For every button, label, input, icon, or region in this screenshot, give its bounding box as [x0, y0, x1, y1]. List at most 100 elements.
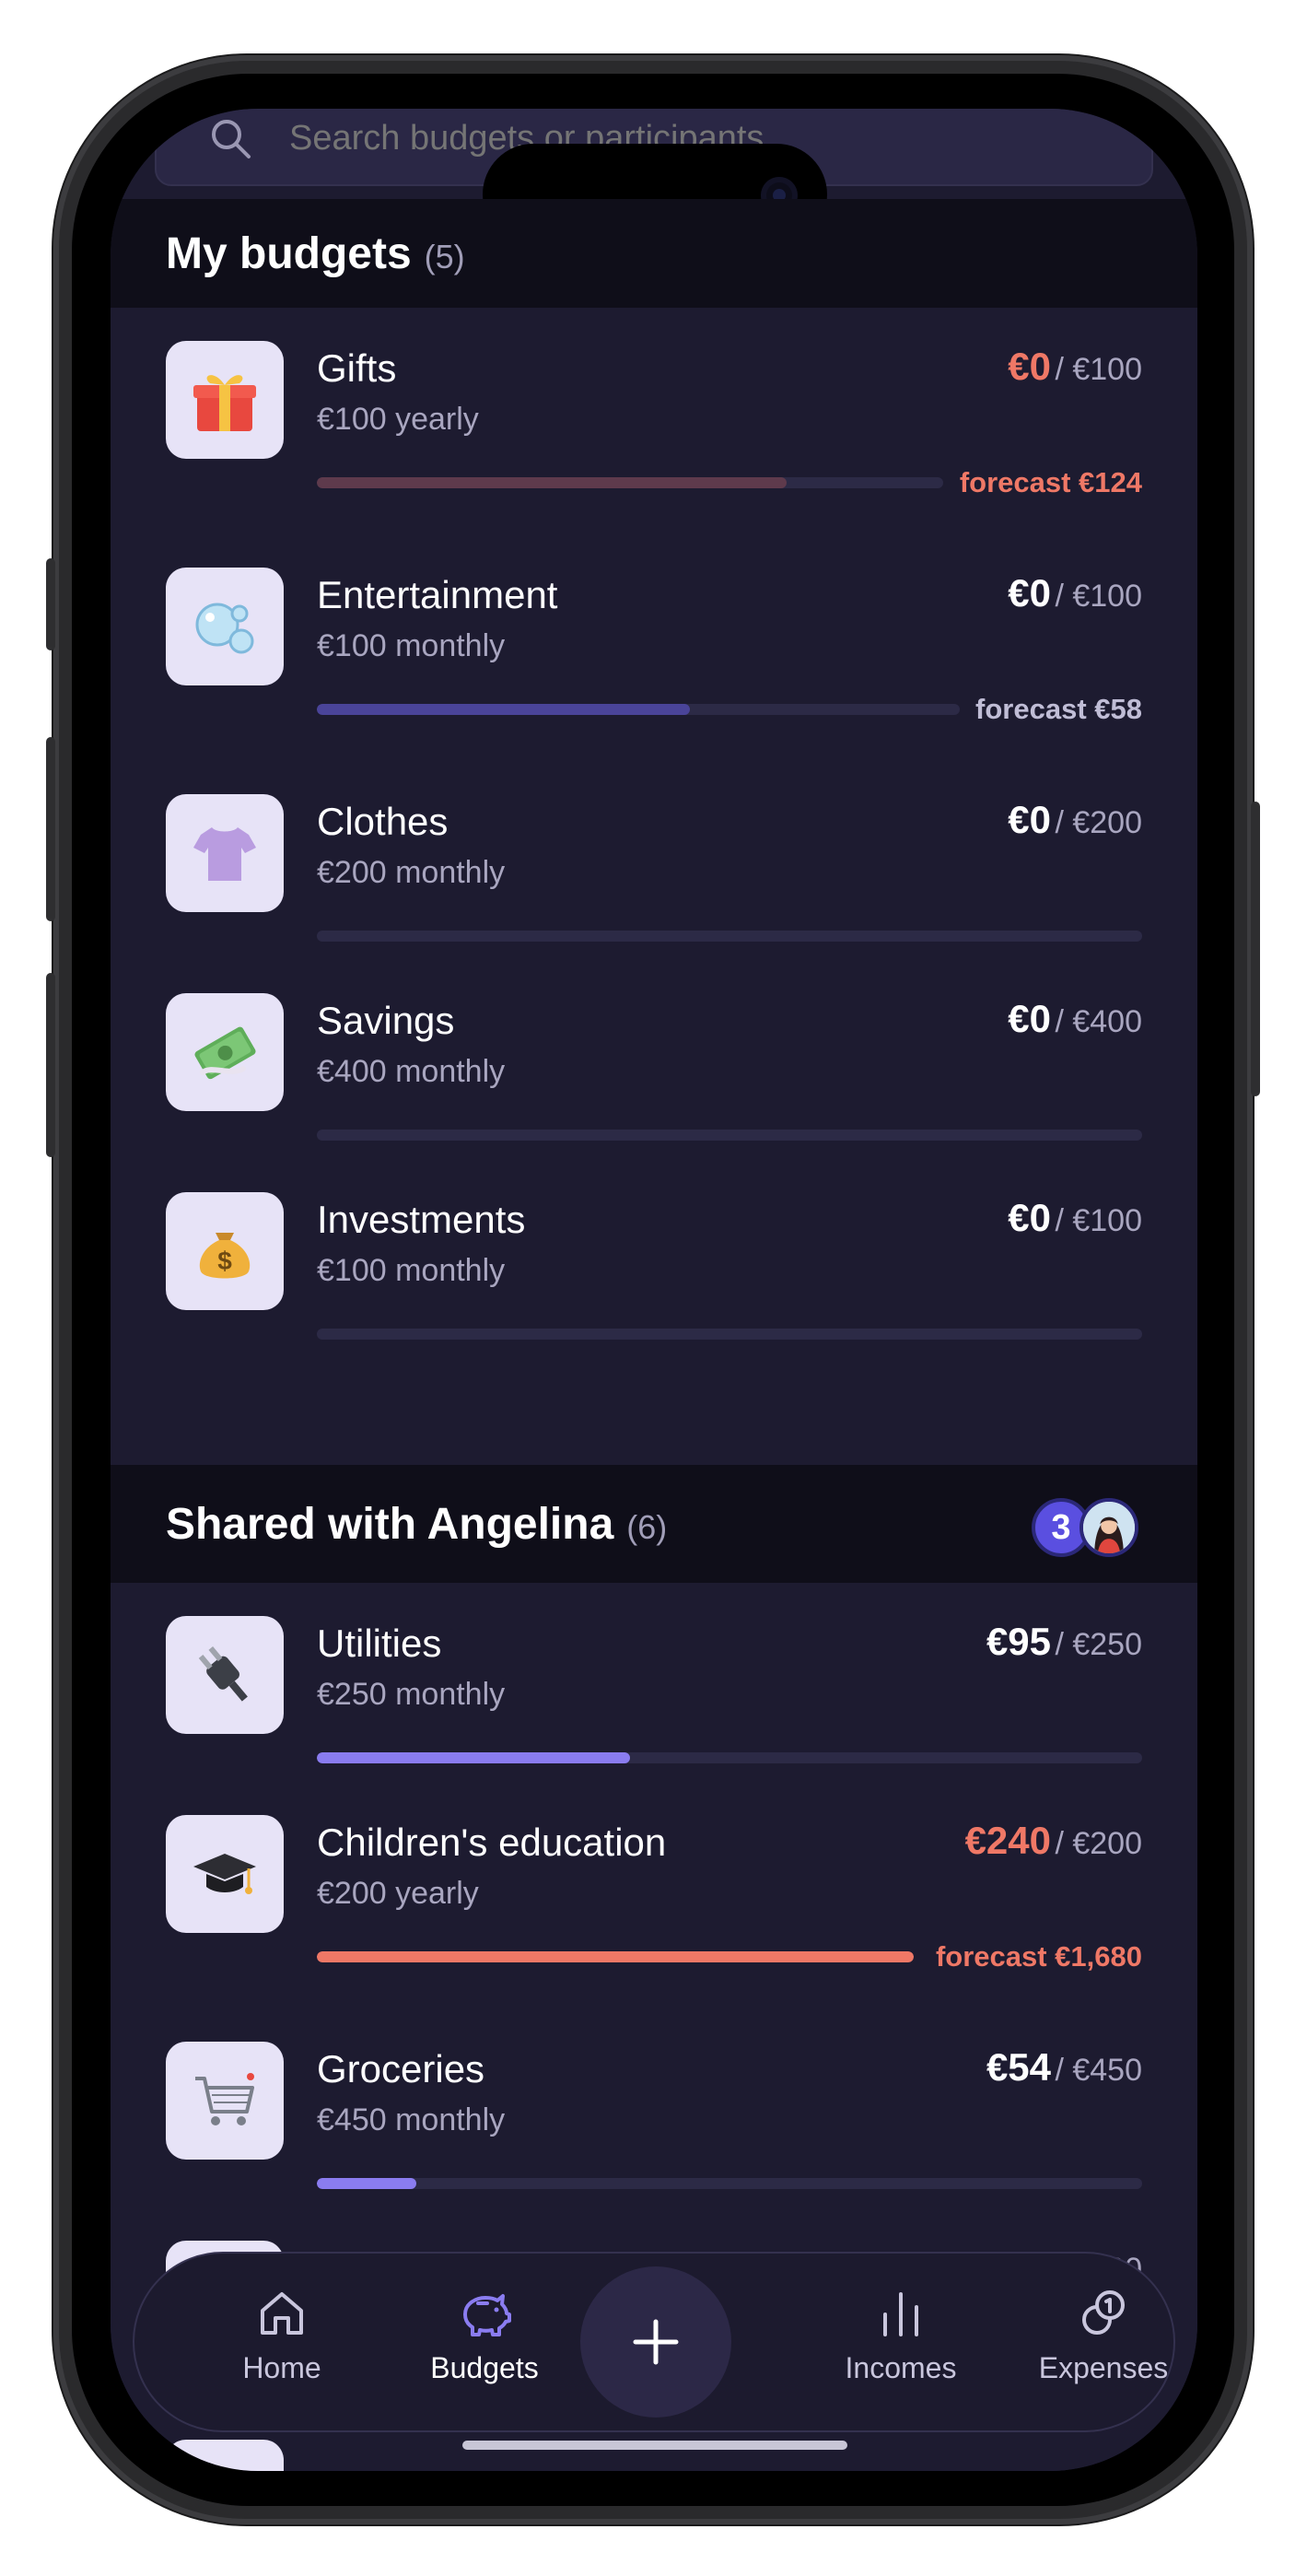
- budget-period: €250 monthly: [317, 1677, 506, 1712]
- budget-row[interactable]: Children's education €200 yearly €240 / €2…: [111, 1782, 1197, 2008]
- budget-amount: €0 / €100: [1008, 571, 1142, 615]
- nav-home[interactable]: Home: [190, 2287, 374, 2385]
- money-bag-icon: $: [199, 1233, 251, 1279]
- budget-forecast: forecast €124: [959, 466, 1142, 498]
- budget-row[interactable]: Utilities €250 monthly €95 / €250: [111, 1583, 1197, 1782]
- section-count: (5): [424, 238, 465, 275]
- section-title: Shared with Angelina: [166, 1499, 614, 1549]
- nav-incomes-label: Incomes: [845, 2351, 957, 2384]
- plus-icon: [633, 2319, 679, 2365]
- budget-icon-tile: $: [166, 1192, 284, 1310]
- budget-progress-bar: [317, 1329, 1142, 1340]
- avatar: [1079, 1498, 1138, 1557]
- budget-limit: / €400: [1055, 1004, 1142, 1039]
- budget-amount: €95 / €250: [986, 1620, 1142, 1664]
- budget-amount: €0 / €200: [1008, 798, 1142, 842]
- budget-progress-bar: [317, 931, 1142, 942]
- bubbles-icon: [195, 603, 254, 654]
- budget-progress-bar: [317, 1951, 914, 1962]
- budget-name: Savings: [317, 999, 455, 1042]
- budget-icon-tile: [166, 568, 284, 685]
- budget-amount: €240 / €200: [965, 1819, 1142, 1863]
- budget-name: Investments: [317, 1198, 526, 1241]
- budget-row[interactable]: Entertainment €100 monthly €0 / €100 foreca…: [111, 534, 1197, 761]
- nav-incomes[interactable]: Incomes: [809, 2287, 993, 2385]
- budget-icon-tile: [166, 794, 284, 912]
- action-button: [46, 558, 55, 650]
- shared-budgets-header: Shared with Angelina (6) 3: [111, 1465, 1197, 1583]
- budget-spent: €54: [986, 2045, 1052, 2089]
- nav-budgets[interactable]: Budgets: [392, 2287, 577, 2385]
- search-icon: [212, 120, 251, 158]
- budget-progress-bar: [317, 1130, 1142, 1141]
- budget-icon-tile: [166, 2042, 284, 2160]
- budget-limit: / €100: [1055, 352, 1142, 387]
- budget-spent: €0: [1008, 997, 1052, 1040]
- nav-budgets-label: Budgets: [430, 2351, 539, 2384]
- budget-row[interactable]: Savings €400 monthly €0 / €400: [111, 960, 1197, 1159]
- volume-down-button: [46, 973, 55, 1157]
- budget-spent: €0: [1008, 1196, 1052, 1239]
- budget-row[interactable]: Gifts €100 yearly €0 / €100 forecast €124: [111, 308, 1197, 534]
- budget-progress-fill: [317, 1951, 914, 1962]
- bar-chart-icon: [883, 2292, 918, 2336]
- bottom-navigation: Home Budgets Incomes Expenses: [133, 2252, 1175, 2432]
- budget-row[interactable]: $ Investments €100 monthly €0 / €100: [111, 1159, 1197, 1358]
- budget-icon: [188, 2462, 262, 2471]
- budget-progress-fill: [317, 704, 690, 715]
- budget-row[interactable]: Clothes €200 monthly €0 / €200: [111, 761, 1197, 960]
- budget-progress-bar: [317, 2178, 1142, 2189]
- budget-progress-fill: [317, 2178, 416, 2189]
- budget-spent: €0: [1008, 345, 1052, 388]
- budget-amount: €0 / €100: [1008, 1196, 1142, 1240]
- section-count: (6): [626, 1508, 668, 1546]
- coins-icon: [1082, 2290, 1125, 2335]
- add-button[interactable]: [580, 2266, 731, 2418]
- my-budgets-header: My budgets (5): [111, 199, 1197, 308]
- budget-amount: €0 / €400: [1008, 997, 1142, 1041]
- budget-spent: €0: [1008, 798, 1052, 841]
- budget-period: €200 monthly: [317, 855, 506, 890]
- money-icon: [194, 1026, 256, 1080]
- budget-name: Entertainment: [317, 573, 558, 616]
- budget-limit: / €100: [1055, 579, 1142, 614]
- budget-limit: / €200: [1055, 1826, 1142, 1861]
- budget-amount: €54 / €450: [986, 2045, 1142, 2090]
- budget-period: €100 yearly: [317, 402, 479, 437]
- budget-period: €200 yearly: [317, 1876, 479, 1911]
- budget-spent: €240: [964, 1819, 1052, 1862]
- budget-name: Children's education: [317, 1821, 667, 1864]
- budget-icon-tile: [166, 1616, 284, 1734]
- gift-icon: [193, 375, 256, 431]
- home-indicator: [462, 2441, 847, 2450]
- budget-progress-bar: [317, 477, 943, 488]
- power-button: [1251, 802, 1260, 1096]
- participants-avatars[interactable]: 3: [1032, 1498, 1142, 1557]
- tshirt-icon: [193, 827, 256, 881]
- budget-period: €400 monthly: [317, 1054, 506, 1089]
- budget-icon-tile: [166, 993, 284, 1111]
- woman-avatar-icon: [1083, 1502, 1135, 1553]
- nav-expenses[interactable]: Expenses: [1011, 2287, 1196, 2385]
- budget-forecast: forecast €1,680: [935, 1940, 1142, 1973]
- budget-limit: / €100: [1055, 1203, 1142, 1238]
- budget-progress-bar: [317, 704, 960, 715]
- nav-home-label: Home: [242, 2351, 321, 2384]
- graduation-cap-icon: [193, 1854, 256, 1894]
- nav-expenses-label: Expenses: [1038, 2351, 1169, 2384]
- piggy-bank-icon: [463, 2294, 511, 2336]
- budget-period: €100 monthly: [317, 1253, 506, 1288]
- budget-limit: / €250: [1055, 1627, 1142, 1662]
- budget-period: €450 monthly: [317, 2102, 506, 2137]
- cart-icon: [195, 2073, 254, 2125]
- budget-name: Clothes: [317, 800, 449, 843]
- budget-row[interactable]: Groceries €450 monthly €54 / €450: [111, 2008, 1197, 2207]
- budget-name: Gifts: [317, 346, 397, 390]
- budget-progress-fill: [317, 477, 787, 488]
- budget-name: Groceries: [317, 2047, 485, 2090]
- budget-spent: €0: [1008, 571, 1052, 615]
- budget-forecast: forecast €58: [975, 693, 1142, 725]
- budget-limit: / €200: [1055, 805, 1142, 840]
- volume-up-button: [46, 737, 55, 921]
- budget-icon-tile: [166, 1815, 284, 1933]
